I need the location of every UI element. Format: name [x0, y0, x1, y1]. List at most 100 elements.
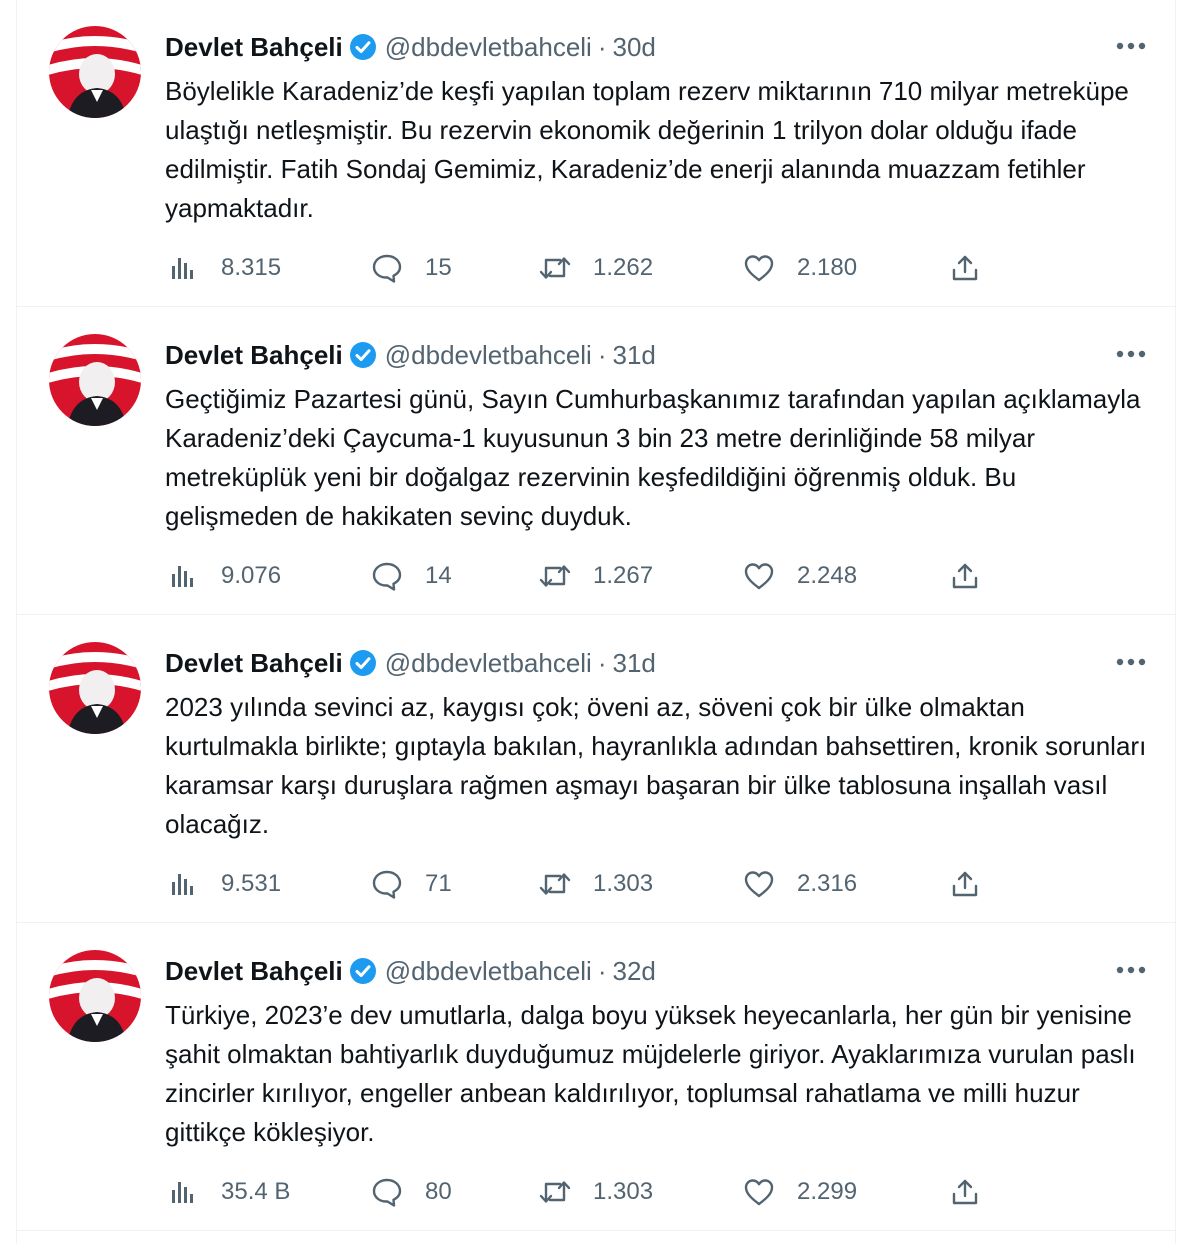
tweet-timeline: Devlet Bahçeli @dbdevletbahceli · 30d Bö…	[16, 0, 1176, 1244]
reply-button[interactable]: 14	[369, 556, 452, 596]
tweet-text: 2023 yılında sevinci az, kaygısı çok; öv…	[165, 692, 1147, 839]
separator-dot: ·	[597, 647, 607, 678]
heart-icon	[741, 1174, 777, 1210]
views-bars-icon	[165, 1174, 201, 1210]
heart-icon	[741, 866, 777, 902]
views-button[interactable]: 9.076	[165, 556, 281, 596]
views-bars-icon	[165, 558, 201, 594]
verified-badge-icon	[349, 649, 377, 677]
tweet[interactable]: Devlet Bahçeli @dbdevletbahceli · 31d Ge…	[17, 308, 1175, 615]
author-handle[interactable]: @dbdevletbahceli	[385, 340, 592, 371]
like-button[interactable]: 2.316	[741, 864, 857, 904]
share-button[interactable]	[947, 556, 983, 596]
tweet-actions: 35.4 B 80 1.303 2.299	[165, 1172, 1005, 1212]
tweet-actions: 8.315 15 1.262 2.180	[165, 248, 1005, 288]
verified-badge-icon	[349, 33, 377, 61]
like-button[interactable]: 2.180	[741, 248, 857, 288]
like-count: 2.299	[797, 1178, 858, 1205]
tweet-actions: 9.531 71 1.303 2.316	[165, 864, 1005, 904]
heart-icon	[741, 558, 777, 594]
retweet-count: 1.303	[593, 870, 654, 897]
views-button[interactable]: 8.315	[165, 248, 281, 288]
tweet-header: Devlet Bahçeli @dbdevletbahceli · 30d	[165, 30, 656, 64]
views-count: 8.315	[221, 254, 282, 281]
tweet[interactable]: Devlet Bahçeli @dbdevletbahceli · 31d 20…	[17, 616, 1175, 923]
tweet-time[interactable]: 31d	[613, 648, 656, 679]
separator-dot: ·	[597, 955, 607, 986]
reply-button[interactable]: 71	[369, 864, 452, 904]
more-dots-icon[interactable]	[1111, 650, 1151, 674]
more-dots-icon[interactable]	[1111, 958, 1151, 982]
reply-count: 15	[425, 254, 452, 281]
avatar[interactable]	[49, 950, 141, 1042]
retweet-icon	[537, 1174, 573, 1210]
share-upload-icon	[947, 866, 983, 902]
like-count: 2.316	[797, 870, 858, 897]
avatar[interactable]	[49, 642, 141, 734]
tweet-time[interactable]: 30d	[613, 32, 656, 63]
like-button[interactable]: 2.299	[741, 1172, 857, 1212]
views-count: 35.4 B	[221, 1178, 291, 1205]
retweet-button[interactable]: 1.303	[537, 1172, 653, 1212]
tweet-header: Devlet Bahçeli @dbdevletbahceli · 31d	[165, 646, 656, 680]
avatar[interactable]	[49, 334, 141, 426]
retweet-count: 1.262	[593, 254, 654, 281]
author-name[interactable]: Devlet Bahçeli	[165, 648, 343, 679]
tweet-text: Geçtiğimiz Pazartesi günü, Sayın Cumhurb…	[165, 384, 1141, 531]
tweet-time[interactable]: 32d	[613, 956, 656, 987]
tweet-actions: 9.076 14 1.267 2.248	[165, 556, 1005, 596]
tweet[interactable]: Devlet Bahçeli @dbdevletbahceli · 30d Bö…	[17, 0, 1175, 307]
tweet-time[interactable]: 31d	[613, 340, 656, 371]
reply-count: 14	[425, 562, 452, 589]
views-button[interactable]: 9.531	[165, 864, 281, 904]
share-button[interactable]	[947, 248, 983, 288]
author-name[interactable]: Devlet Bahçeli	[165, 340, 343, 371]
like-count: 2.180	[797, 254, 858, 281]
more-dots-icon[interactable]	[1111, 34, 1151, 58]
reply-bubble-icon	[369, 250, 405, 286]
author-name[interactable]: Devlet Bahçeli	[165, 32, 343, 63]
reply-button[interactable]: 80	[369, 1172, 452, 1212]
tweet-header: Devlet Bahçeli @dbdevletbahceli · 31d	[165, 338, 656, 372]
views-button[interactable]: 35.4 B	[165, 1172, 290, 1212]
retweet-button[interactable]: 1.262	[537, 248, 653, 288]
reply-button[interactable]: 15	[369, 248, 452, 288]
share-upload-icon	[947, 1174, 983, 1210]
verified-badge-icon	[349, 957, 377, 985]
share-button[interactable]	[947, 1172, 983, 1212]
author-handle[interactable]: @dbdevletbahceli	[385, 648, 592, 679]
share-button[interactable]	[947, 864, 983, 904]
share-upload-icon	[947, 558, 983, 594]
share-upload-icon	[947, 250, 983, 286]
views-count: 9.076	[221, 562, 282, 589]
avatar[interactable]	[49, 26, 141, 118]
reply-bubble-icon	[369, 866, 405, 902]
author-handle[interactable]: @dbdevletbahceli	[385, 32, 592, 63]
retweet-button[interactable]: 1.267	[537, 556, 653, 596]
more-dots-icon[interactable]	[1111, 342, 1151, 366]
heart-icon	[741, 250, 777, 286]
retweet-icon	[537, 866, 573, 902]
tweet-text: Türkiye, 2023’e dev umutlarla, dalga boy…	[165, 1000, 1136, 1147]
tweet[interactable]: Devlet Bahçeli @dbdevletbahceli · 32d Tü…	[17, 924, 1175, 1231]
like-button[interactable]: 2.248	[741, 556, 857, 596]
like-count: 2.248	[797, 562, 858, 589]
retweet-button[interactable]: 1.303	[537, 864, 653, 904]
reply-bubble-icon	[369, 558, 405, 594]
tweet-header: Devlet Bahçeli @dbdevletbahceli · 32d	[165, 954, 656, 988]
verified-badge-icon	[349, 341, 377, 369]
reply-count: 80	[425, 1178, 452, 1205]
author-handle[interactable]: @dbdevletbahceli	[385, 956, 592, 987]
retweet-icon	[537, 558, 573, 594]
views-bars-icon	[165, 250, 201, 286]
views-bars-icon	[165, 866, 201, 902]
reply-bubble-icon	[369, 1174, 405, 1210]
reply-count: 71	[425, 870, 452, 897]
retweet-count: 1.267	[593, 562, 654, 589]
separator-dot: ·	[597, 339, 607, 370]
views-count: 9.531	[221, 870, 282, 897]
tweet-text: Böylelikle Karadeniz’de keşfi yapılan to…	[165, 76, 1129, 223]
separator-dot: ·	[597, 31, 607, 62]
retweet-count: 1.303	[593, 1178, 654, 1205]
author-name[interactable]: Devlet Bahçeli	[165, 956, 343, 987]
